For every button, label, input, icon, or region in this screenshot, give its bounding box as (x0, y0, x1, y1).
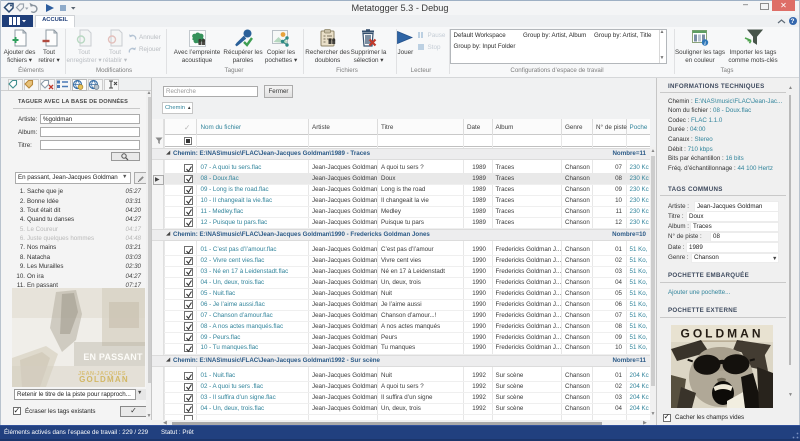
svg-text:EN PASSANT: EN PASSANT (83, 352, 143, 362)
svg-text:GOLDMAN: GOLDMAN (681, 327, 764, 341)
svg-text:GOLDMAN: GOLDMAN (79, 375, 129, 384)
